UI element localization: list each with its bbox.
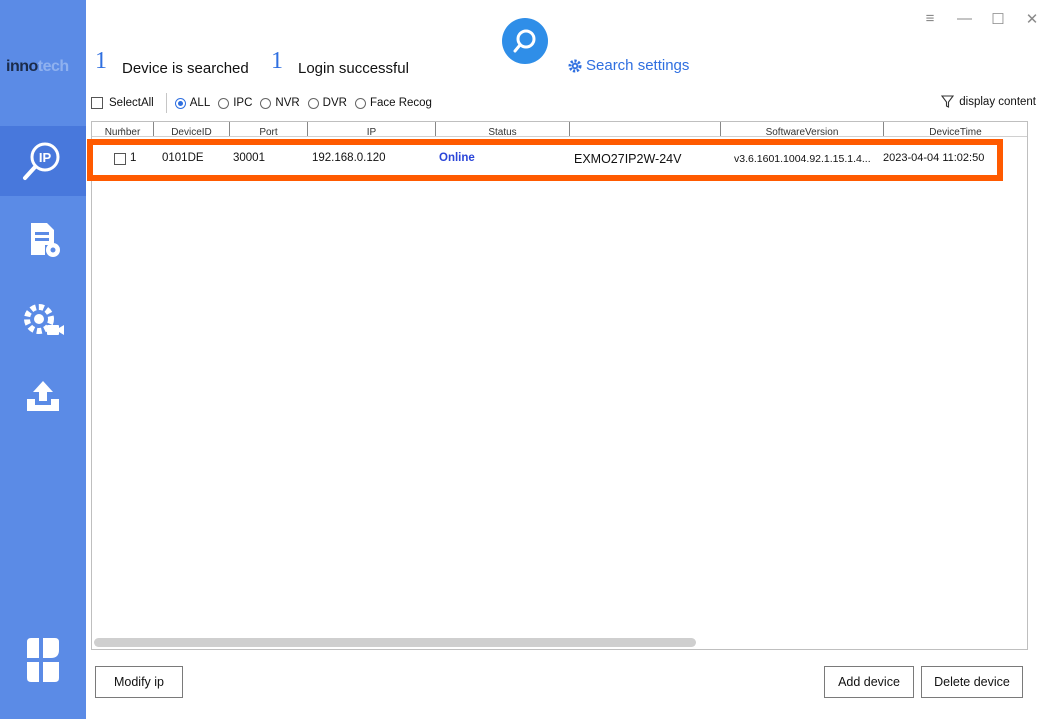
app-logo bbox=[0, 630, 86, 690]
device-count: 1 bbox=[95, 48, 107, 74]
radio-dvr[interactable]: DVR bbox=[307, 97, 347, 109]
radio-face-recog-label: Face Recog bbox=[369, 97, 432, 109]
row-model: EXMO27IP2W-24V bbox=[574, 152, 682, 166]
row-number: 1 bbox=[130, 152, 137, 164]
table-row[interactable]: 1 0101DE 30001 192.168.0.120 Online EXMO… bbox=[92, 148, 1012, 170]
radio-all[interactable]: ALL bbox=[174, 97, 211, 109]
minimize-icon[interactable]: — bbox=[957, 10, 972, 28]
radio-dvr-label: DVR bbox=[322, 97, 347, 109]
column-port[interactable]: Port bbox=[230, 122, 308, 136]
login-count: 1 bbox=[271, 48, 283, 74]
add-device-button[interactable]: Add device bbox=[824, 666, 914, 698]
column-status[interactable]: Status bbox=[436, 122, 570, 136]
search-button[interactable] bbox=[502, 18, 548, 64]
row-checkbox[interactable] bbox=[114, 153, 126, 165]
delete-device-button[interactable]: Delete device bbox=[921, 666, 1023, 698]
menu-icon[interactable]: ≡ bbox=[923, 10, 937, 28]
select-all[interactable]: SelectAll bbox=[91, 97, 154, 109]
radio-face-recog-dot[interactable] bbox=[354, 97, 366, 109]
display-content-button[interactable]: display content bbox=[941, 95, 1036, 108]
row-status: Online bbox=[439, 152, 475, 164]
close-icon[interactable]: ✕ bbox=[1025, 10, 1039, 28]
column-ip[interactable]: IP bbox=[308, 122, 436, 136]
brand-fade-text: tech bbox=[37, 58, 69, 75]
gear-icon bbox=[568, 59, 582, 72]
document-gear-icon bbox=[31, 223, 60, 257]
maximize-icon[interactable]: ☐ bbox=[991, 10, 1005, 28]
radio-all-dot[interactable] bbox=[174, 97, 186, 109]
row-device-time: 2023-04-04 11:02:50 bbox=[883, 152, 985, 164]
search-icon bbox=[513, 29, 536, 53]
filter-icon bbox=[941, 95, 955, 108]
display-content-label: display content bbox=[959, 95, 1036, 108]
sidebar-item-upgrade[interactable] bbox=[0, 362, 86, 432]
sidebar-item-ip-search[interactable]: IP bbox=[0, 126, 86, 196]
row-device-id: 0101DE bbox=[162, 152, 204, 164]
divider bbox=[165, 93, 167, 113]
device-count-label: Device is searched bbox=[122, 60, 249, 77]
search-settings-link[interactable]: Search settings bbox=[568, 57, 689, 74]
select-all-checkbox[interactable] bbox=[91, 97, 103, 109]
radio-nvr-label: NVR bbox=[275, 97, 300, 109]
brand-main-text: inno bbox=[6, 58, 38, 75]
row-software-version: v3.6.1601.1004.92.1.15.1.4... bbox=[734, 153, 871, 165]
brand-logo: innotech bbox=[6, 58, 69, 76]
column-device-time[interactable]: DeviceTime bbox=[884, 122, 1027, 136]
row-port: 30001 bbox=[233, 152, 265, 164]
column-model[interactable] bbox=[570, 122, 720, 136]
radio-dvr-dot[interactable] bbox=[307, 97, 319, 109]
radio-face-recog[interactable]: Face Recog bbox=[354, 97, 432, 109]
sidebar-item-document-settings[interactable] bbox=[0, 204, 86, 274]
search-settings-label: Search settings bbox=[586, 57, 690, 74]
radio-nvr-dot[interactable] bbox=[260, 97, 272, 109]
radio-all-label: ALL bbox=[189, 97, 211, 109]
header: 1 Device is searched 1 Login successful … bbox=[86, 0, 1051, 88]
login-count-label: Login successful bbox=[298, 60, 409, 77]
radio-ipc-dot[interactable] bbox=[218, 97, 230, 109]
upload-icon bbox=[27, 381, 59, 411]
table-header: ^ Number DeviceID Port IP Status Software… bbox=[92, 122, 1027, 137]
row-ip: 192.168.0.120 bbox=[312, 152, 386, 164]
sidebar-item-camera-settings[interactable] bbox=[0, 286, 86, 356]
sidebar: innotech IP bbox=[0, 0, 86, 719]
sort-caret-icon: ^ bbox=[120, 126, 125, 136]
device-table: ^ Number DeviceID Port IP Status Software… bbox=[91, 121, 1028, 650]
horizontal-scrollbar[interactable] bbox=[94, 638, 696, 647]
column-number[interactable]: ^ Number bbox=[92, 122, 154, 136]
ip-search-icon: IP bbox=[23, 142, 60, 180]
gear-camera-icon bbox=[24, 304, 64, 335]
column-software-version[interactable]: SoftwareVersion bbox=[720, 122, 884, 136]
window-controls: ≡ — ☐ ✕ bbox=[923, 10, 1039, 28]
app-logo-icon bbox=[27, 638, 59, 682]
column-device-id[interactable]: DeviceID bbox=[154, 122, 230, 136]
radio-ipc[interactable]: IPC bbox=[218, 97, 252, 109]
select-all-label: SelectAll bbox=[109, 97, 154, 109]
radio-nvr[interactable]: NVR bbox=[260, 97, 300, 109]
filter-bar: SelectAll ALL IPC NVR DVR Face Recog dis… bbox=[91, 92, 1036, 114]
svg-text:IP: IP bbox=[39, 150, 52, 165]
radio-ipc-label: IPC bbox=[233, 97, 253, 109]
modify-ip-button[interactable]: Modify ip bbox=[95, 666, 183, 698]
